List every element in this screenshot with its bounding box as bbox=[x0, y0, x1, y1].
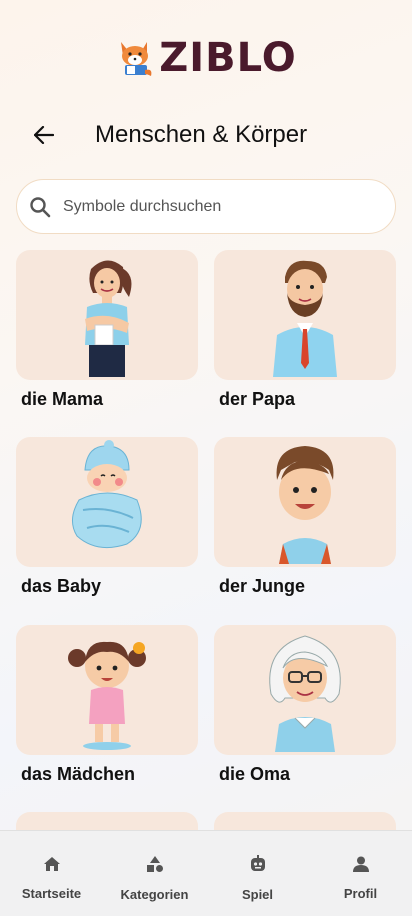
back-button[interactable] bbox=[22, 114, 66, 156]
girl-icon bbox=[68, 641, 146, 750]
boy-icon bbox=[276, 446, 334, 564]
app-logo: ZIBLO bbox=[0, 35, 412, 81]
symbol-card-junge[interactable]: der Junge bbox=[214, 437, 396, 597]
nav-startseite[interactable]: Startseite bbox=[0, 831, 103, 916]
symbol-card-maedchen[interactable]: das Mädchen bbox=[16, 625, 198, 785]
robot-icon bbox=[250, 855, 265, 871]
symbol-tile bbox=[214, 250, 396, 380]
symbol-label: der Papa bbox=[219, 389, 296, 409]
symbol-card-papa[interactable]: der Papa bbox=[214, 250, 396, 410]
symbol-label: die Oma bbox=[219, 764, 291, 784]
nav-kategorien[interactable]: Kategorien bbox=[103, 831, 206, 916]
symbol-card-baby[interactable]: das Baby bbox=[16, 437, 198, 597]
symbol-card-mama[interactable]: die Mama bbox=[16, 250, 198, 410]
baby-icon bbox=[72, 440, 142, 549]
symbol-tile bbox=[214, 437, 396, 567]
page-header: Menschen & Körper bbox=[0, 114, 412, 156]
symbol-card-oma[interactable]: die Oma bbox=[214, 625, 396, 785]
nav-profil[interactable]: Profil bbox=[309, 831, 412, 916]
person-icon bbox=[352, 856, 369, 872]
nav-spiel[interactable]: Spiel bbox=[206, 831, 309, 916]
nav-label: Kategorien bbox=[120, 887, 189, 902]
page-title: Menschen & Körper bbox=[95, 121, 308, 148]
shapes-icon bbox=[146, 856, 163, 872]
arrow-left-icon bbox=[34, 126, 54, 144]
symbol-tile bbox=[16, 625, 198, 755]
nav-label: Spiel bbox=[241, 887, 274, 902]
mother-icon bbox=[85, 260, 132, 377]
symbol-tile bbox=[16, 250, 198, 380]
symbol-label: der Junge bbox=[219, 576, 306, 596]
search-input[interactable] bbox=[63, 197, 363, 216]
symbol-tile bbox=[214, 625, 396, 755]
symbol-label: die Mama bbox=[21, 389, 104, 409]
symbol-tile bbox=[16, 437, 198, 567]
home-icon bbox=[43, 857, 60, 871]
search-bar[interactable] bbox=[16, 179, 396, 234]
grandmother-icon bbox=[269, 635, 341, 752]
symbol-label: das Baby bbox=[21, 576, 102, 596]
bottom-nav: Startseite Kategorien Spiel Profil bbox=[0, 830, 412, 916]
search-icon bbox=[30, 196, 51, 217]
symbol-label: das Mädchen bbox=[21, 764, 136, 784]
logo-text: ZIBLO bbox=[159, 35, 297, 81]
fox-icon bbox=[121, 42, 152, 76]
nav-label: Startseite bbox=[21, 886, 82, 901]
nav-label: Profil bbox=[343, 886, 378, 901]
father-icon bbox=[273, 260, 337, 377]
